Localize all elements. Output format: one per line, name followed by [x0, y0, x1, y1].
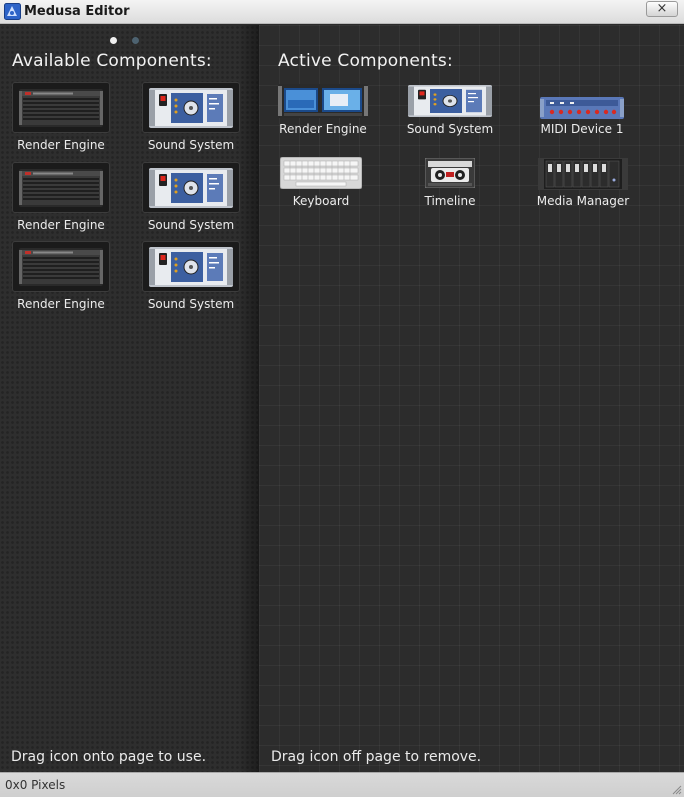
available-item-label: Render Engine: [17, 297, 105, 311]
active-components-page: [259, 25, 684, 772]
available-item-label: Sound System: [147, 297, 235, 311]
active-item-label: Media Manager: [536, 194, 630, 208]
render-engine-rack-icon: [19, 168, 103, 208]
page-indicator: [110, 37, 140, 45]
available-components-heading: Available Components:: [12, 51, 212, 71]
active-components-heading: Active Components:: [278, 51, 453, 71]
keyboard-icon: [280, 157, 362, 189]
sound-system-rack-icon: [149, 247, 233, 287]
render-engine-screen-icon: [278, 84, 368, 118]
page-dot-1[interactable]: [110, 37, 117, 44]
media-manager-icon: [538, 158, 628, 190]
available-item-sound-system[interactable]: [142, 162, 240, 213]
active-item-label: Render Engine: [279, 122, 367, 136]
window-title: Medusa Editor: [24, 4, 130, 19]
available-item-label: Sound System: [147, 218, 235, 232]
render-engine-rack-icon: [19, 88, 103, 128]
available-item-sound-system[interactable]: [142, 82, 240, 133]
available-item-render-engine[interactable]: [12, 82, 110, 133]
sound-system-rack-icon: [149, 88, 233, 128]
available-item-render-engine[interactable]: [12, 241, 110, 292]
close-button[interactable]: ×: [646, 1, 678, 17]
sound-system-rack-icon: [408, 85, 492, 117]
active-item-media-manager[interactable]: Media Manager: [537, 158, 629, 210]
canvas-size-readout: 0x0 Pixels: [5, 778, 66, 792]
active-item-render-engine[interactable]: Render Engine: [278, 84, 368, 136]
available-item-sound-system[interactable]: [142, 241, 240, 292]
available-item-label: Sound System: [147, 138, 235, 152]
active-item-label: Sound System: [406, 122, 494, 136]
active-item-label: Keyboard: [292, 194, 350, 208]
available-hint: Drag icon onto page to use.: [11, 749, 207, 765]
active-item-keyboard[interactable]: Keyboard: [280, 157, 362, 209]
active-item-midi-device[interactable]: MIDI Device 1: [540, 97, 624, 137]
midi-device-icon: [540, 97, 624, 119]
cassette-icon: [425, 158, 475, 188]
active-item-sound-system[interactable]: Sound System: [407, 85, 493, 137]
active-item-label: Timeline: [424, 194, 476, 208]
available-item-render-engine[interactable]: [12, 162, 110, 213]
resize-grip-icon[interactable]: [670, 783, 682, 795]
app-icon: [4, 3, 21, 20]
title-bar: Medusa Editor ×: [0, 0, 684, 24]
active-item-label: MIDI Device 1: [540, 122, 624, 136]
page-dot-2[interactable]: [132, 37, 139, 44]
active-hint: Drag icon off page to remove.: [271, 749, 482, 765]
available-item-label: Render Engine: [17, 138, 105, 152]
render-engine-rack-icon: [19, 247, 103, 287]
available-item-label: Render Engine: [17, 218, 105, 232]
status-bar: 0x0 Pixels: [0, 772, 684, 797]
close-icon: ×: [656, 1, 668, 16]
sound-system-rack-icon: [149, 168, 233, 208]
active-item-timeline[interactable]: Timeline: [424, 158, 476, 210]
